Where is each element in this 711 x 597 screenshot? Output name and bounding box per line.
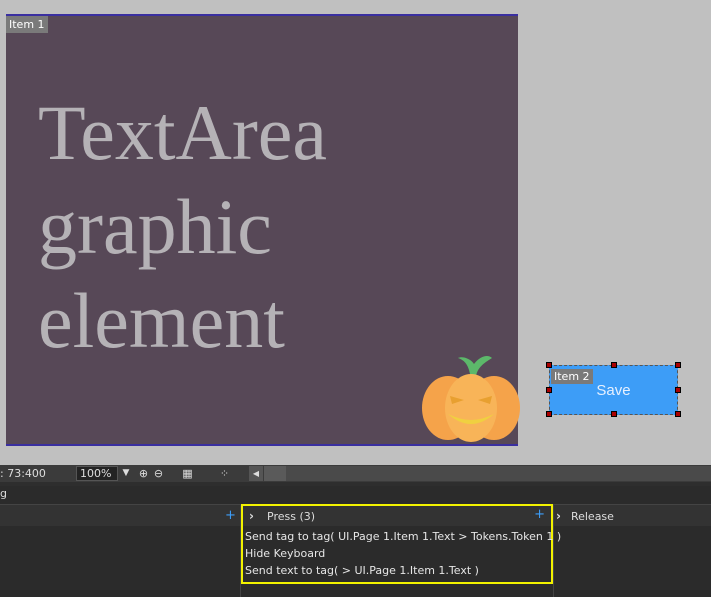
chevron-right-icon[interactable]: › (249, 509, 259, 523)
release-header[interactable]: › Release (556, 506, 614, 526)
pumpkin-icon (422, 356, 520, 442)
snap-icon[interactable]: ⁘ (217, 466, 232, 481)
press-title: Press (3) (267, 509, 316, 523)
press-header[interactable]: › Press (3) (243, 506, 551, 526)
press-action-list: Send tag to tag( UI.Page 1.Item 1.Text >… (245, 528, 561, 579)
resize-handle[interactable] (675, 387, 681, 393)
item2-tag: Item 2 (551, 369, 593, 384)
release-title: Release (570, 509, 614, 523)
action-item[interactable]: Hide Keyboard (245, 545, 561, 562)
horizontal-scrollbar-thumb[interactable] (264, 466, 286, 481)
press-event-column[interactable]: › Press (3) + Send tag to tag( UI.Page 1… (241, 504, 561, 584)
panel-title: g (0, 487, 7, 500)
resize-handle[interactable] (546, 387, 552, 393)
action-item[interactable]: Send tag to tag( UI.Page 1.Item 1.Text >… (245, 528, 561, 545)
scroll-left-button[interactable]: ◀ (249, 466, 263, 481)
textarea-content: TextArea graphic element (38, 86, 508, 368)
resize-handle[interactable] (675, 362, 681, 368)
events-panel: g + › Press (3) + Send tag to tag( UI.Pa… (0, 486, 711, 597)
resize-handle[interactable] (546, 411, 552, 417)
resize-handle[interactable] (546, 362, 552, 368)
resize-handle[interactable] (611, 362, 617, 368)
add-action-icon[interactable]: + (225, 508, 236, 523)
textarea-line: graphic (38, 183, 272, 270)
item1-tag: Item 1 (6, 16, 48, 33)
resize-handle[interactable] (675, 411, 681, 417)
status-bar: : 73:400 100% ▼ ⊕ ⊖ ▦ ⁘ ◀ (0, 465, 711, 482)
grid-icon[interactable]: ▦ (180, 466, 195, 481)
action-item[interactable]: Send text to tag( > UI.Page 1.Item 1.Tex… (245, 562, 561, 579)
zoom-in-icon[interactable]: ⊕ (136, 466, 151, 481)
resize-handle[interactable] (611, 411, 617, 417)
chevron-right-icon[interactable]: › (556, 509, 561, 523)
cursor-coordinates: : 73:400 (0, 467, 46, 480)
zoom-out-icon[interactable]: ⊖ (151, 466, 166, 481)
chevron-down-icon[interactable]: ▼ (119, 466, 133, 481)
zoom-level-field[interactable]: 100% (76, 466, 118, 481)
horizontal-scrollbar-track[interactable] (286, 466, 711, 481)
design-canvas[interactable]: Item 1 TextArea graphic element Save Ite… (0, 0, 711, 465)
add-action-icon[interactable]: + (534, 507, 545, 522)
textarea-line: TextArea (38, 89, 328, 176)
